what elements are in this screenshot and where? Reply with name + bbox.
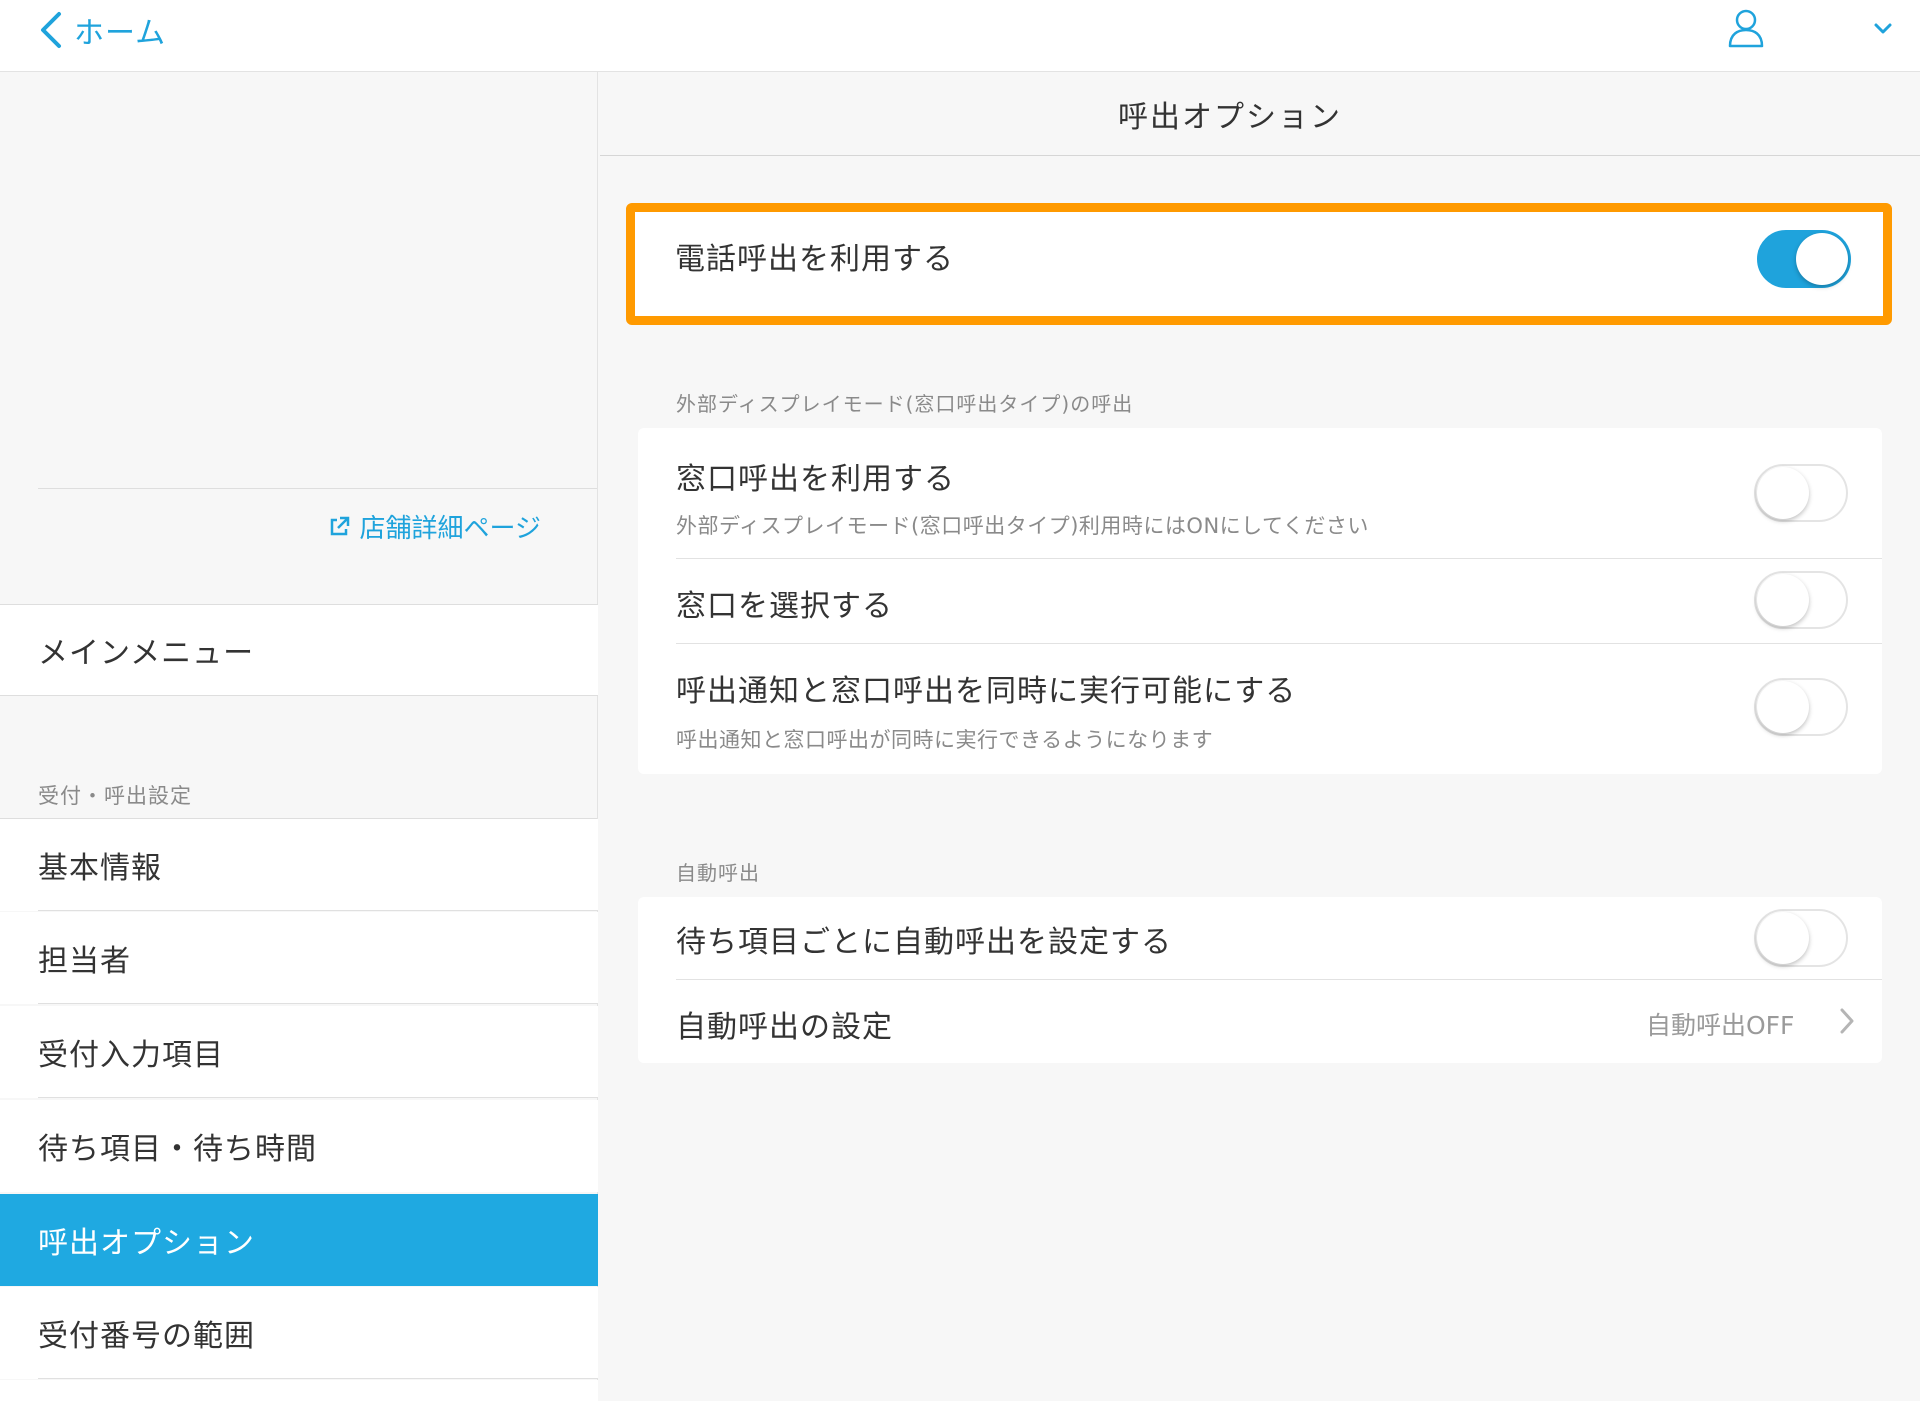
per-item-auto-call-label: 待ち項目ごとに自動呼出を設定する — [676, 925, 1172, 960]
toggle-knob — [1757, 912, 1809, 964]
sidebar-item-wait-items[interactable]: 待ち項目・待ち時間 — [0, 1100, 598, 1192]
auto-call-card: 待ち項目ごとに自動呼出を設定する 自動呼出の設定 自動呼出OFF — [638, 897, 1882, 1063]
toggle-knob — [1796, 233, 1848, 285]
external-link-icon — [330, 516, 349, 535]
sidebar: 店舗詳細ページ メインメニュー 受付・呼出設定 基本情報 担当者 受付入力項目 … — [0, 72, 598, 1401]
sidebar-item-label: 担当者 — [38, 944, 131, 979]
external-display-group-label: 外部ディスプレイモード(窓口呼出タイプ)の呼出 — [676, 392, 1134, 416]
sidebar-main-menu[interactable]: メインメニュー — [0, 604, 598, 696]
store-detail-link-label: 店舗詳細ページ — [359, 514, 541, 544]
chevron-down-icon[interactable] — [1872, 18, 1894, 40]
sidebar-item-divider — [38, 1097, 598, 1098]
toggle-knob — [1757, 574, 1809, 626]
top-bar: ホーム — [0, 0, 1920, 72]
select-window-label: 窓口を選択する — [676, 589, 893, 624]
simultaneous-call-subtitle: 呼出通知と窓口呼出が同時に実行できるようになります — [676, 728, 1214, 752]
window-call-label: 窓口呼出を利用する — [676, 462, 955, 497]
main-header: 呼出オプション — [600, 72, 1920, 156]
sidebar-item-reception-fields[interactable]: 受付入力項目 — [0, 1006, 598, 1098]
simultaneous-call-label: 呼出通知と窓口呼出を同時に実行可能にする — [676, 674, 1297, 709]
back-home-button[interactable]: ホーム — [38, 8, 166, 52]
sidebar-item-staff[interactable]: 担当者 — [0, 912, 598, 1004]
sidebar-item-label: 基本情報 — [38, 851, 162, 886]
auto-call-settings-row[interactable]: 自動呼出の設定 自動呼出OFF — [638, 980, 1882, 1063]
sidebar-item-divider — [38, 1378, 598, 1379]
list-item: 窓口を選択する — [638, 559, 1882, 643]
sidebar-item-divider — [38, 910, 598, 911]
auto-call-settings-label: 自動呼出の設定 — [676, 1010, 893, 1045]
store-detail-link[interactable]: 店舗詳細ページ — [328, 508, 541, 545]
simultaneous-call-toggle[interactable] — [1754, 678, 1848, 736]
auto-call-group-label: 自動呼出 — [676, 861, 760, 885]
chevron-right-icon — [1840, 1008, 1854, 1034]
phone-call-label: 電話呼出を利用する — [675, 242, 954, 277]
sidebar-section-label: 受付・呼出設定 — [38, 784, 192, 808]
select-window-toggle[interactable] — [1754, 571, 1848, 629]
sidebar-item-basic-info[interactable]: 基本情報 — [0, 819, 598, 911]
toggle-knob — [1757, 681, 1809, 733]
list-item: 窓口呼出を利用する 外部ディスプレイモード(窓口呼出タイプ)利用時にはONにして… — [638, 428, 1882, 558]
list-item: 待ち項目ごとに自動呼出を設定する — [638, 897, 1882, 979]
per-item-auto-call-toggle[interactable] — [1754, 909, 1848, 967]
window-call-toggle[interactable] — [1754, 464, 1848, 522]
sidebar-item-call-options[interactable]: 呼出オプション — [0, 1194, 598, 1286]
sidebar-item-partial[interactable] — [0, 1380, 598, 1401]
toggle-knob — [1757, 467, 1809, 519]
list-item: 呼出通知と窓口呼出を同時に実行可能にする 呼出通知と窓口呼出が同時に実行できるよ… — [638, 644, 1882, 774]
phone-call-highlight: 電話呼出を利用する — [626, 203, 1892, 325]
window-call-subtitle: 外部ディスプレイモード(窓口呼出タイプ)利用時にはONにしてください — [676, 514, 1369, 538]
user-icon[interactable] — [1726, 8, 1766, 48]
sidebar-item-label: 受付入力項目 — [38, 1038, 224, 1073]
sidebar-item-number-range[interactable]: 受付番号の範囲 — [0, 1287, 598, 1379]
sidebar-item-label: 待ち項目・待ち時間 — [38, 1132, 317, 1167]
sidebar-item-divider — [38, 1003, 598, 1004]
external-display-card: 窓口呼出を利用する 外部ディスプレイモード(窓口呼出タイプ)利用時にはONにして… — [638, 428, 1882, 774]
sidebar-divider — [38, 488, 597, 489]
page-title: 呼出オプション — [1118, 99, 1342, 135]
auto-call-settings-value: 自動呼出OFF — [1646, 1011, 1795, 1040]
back-button-label: ホーム — [74, 16, 167, 51]
sidebar-item-label: 受付番号の範囲 — [38, 1319, 255, 1354]
phone-call-toggle[interactable] — [1757, 230, 1851, 288]
sidebar-item-label: 呼出オプション — [38, 1226, 255, 1261]
chevron-left-icon — [41, 12, 61, 48]
